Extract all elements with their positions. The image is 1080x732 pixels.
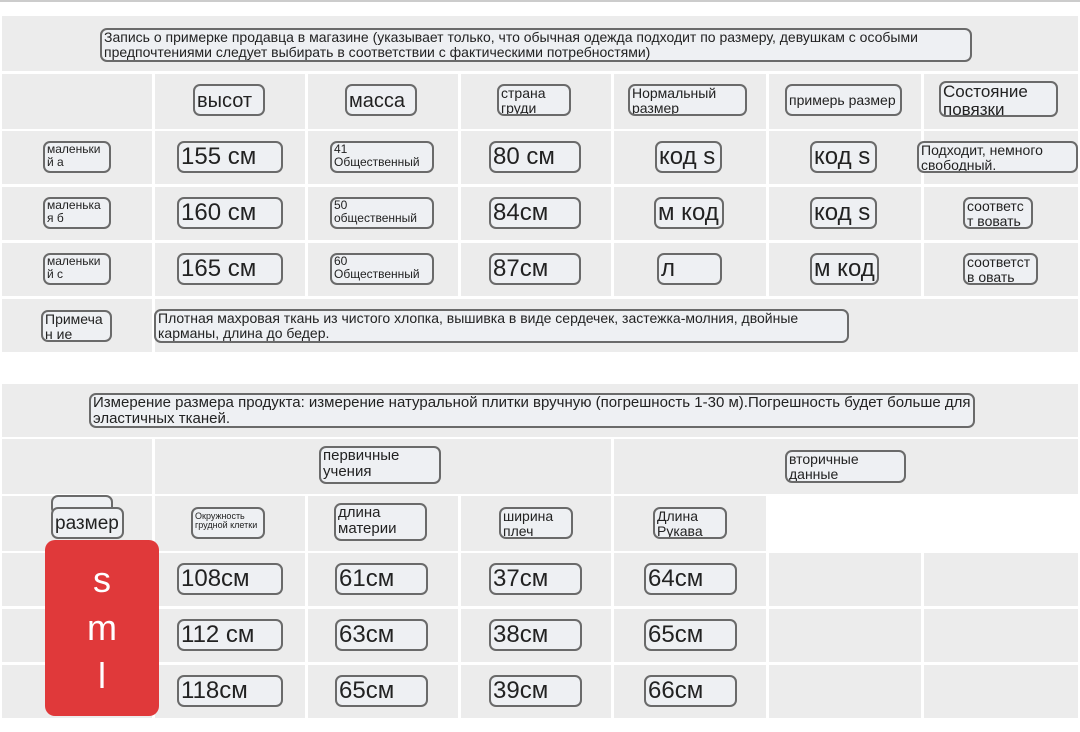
weight-value: 60 Общественный зал [330,253,434,285]
normal-size-value: код s [655,141,722,173]
header-fit-state: Состояние повязки [939,81,1058,117]
size-l: l [98,655,106,696]
header-height: высота [193,84,265,116]
fit-state-value: Подходит, немного свободный. [917,141,1078,173]
remark-text: Плотная махровая ткань из чистого хлопка… [154,309,849,343]
length-value: 61см [335,563,428,595]
remark-label: Примечан ие [41,310,112,342]
size-label: размер [51,507,124,539]
normal-size-value: м код [654,197,724,229]
header-shoulder: ширина плеч [499,507,573,539]
tried-size-value: код s [810,141,877,173]
row-cell [924,609,1078,662]
shoulder-value: 39см [489,675,582,707]
sleeve-value: 64см [644,563,737,595]
fit-state-value: соответств овать [963,253,1038,285]
header-tried-size: примерь размер [785,84,902,116]
shoulder-value: 38см [489,619,582,651]
chest-value: 118см [177,675,283,707]
bust-value: 87см [489,253,581,285]
fit-state-value: соответст вовать [963,197,1033,229]
empty-cell [924,496,1078,551]
group-empty-cell [2,439,152,494]
height-value: 165 см [177,253,283,285]
bust-value: 80 см [489,141,581,173]
length-value: 65см [335,675,428,707]
row-cell [769,553,921,606]
empty-cell [769,496,921,551]
measurement-note: Измерение размера продукта: измерение на… [89,393,975,428]
bust-value: 84см [489,197,581,229]
height-value: 160 см [177,197,283,229]
secondary-data-label: вторичные данные [785,450,906,483]
header-bust: страна груди [497,84,571,116]
header-length: длина материи [334,503,427,541]
tried-size-value: код s [810,197,877,229]
sleeve-value: 65см [644,619,737,651]
header-empty-cell [2,74,152,129]
length-value: 63см [335,619,428,651]
row-cell [769,609,921,662]
row-label: маленький а [43,141,111,173]
top-divider [0,0,1080,2]
fitting-note: Запись о примерке продавца в магазине (у… [100,28,972,62]
sleeve-value: 66см [644,675,737,707]
row-cell [924,553,1078,606]
height-value: 155 см [177,141,283,173]
row-label: маленькая б [43,197,111,229]
normal-size-value: л код [657,253,722,285]
header-normal-size: Нормальный размер [628,84,747,116]
size-m: m [87,607,117,648]
header-sleeve: Длина Рукава [653,507,727,539]
shoulder-value: 37см [489,563,582,595]
tried-size-value: м код [810,253,879,285]
size-badge: s m l [45,540,159,716]
chest-value: 112 см [177,619,283,651]
weight-value: 50 общественный зал [330,197,434,229]
row-cell [924,665,1078,718]
row-cell [769,665,921,718]
weight-value: 41 Общественный зал [330,141,434,173]
chest-value: 108см [177,563,283,595]
header-chest: Окружность грудной клетки [191,507,265,539]
header-weight: масса [345,84,417,116]
row-label: маленький с [43,253,111,285]
primary-data-label: первичные учения [319,446,441,484]
size-s: s [93,559,111,600]
